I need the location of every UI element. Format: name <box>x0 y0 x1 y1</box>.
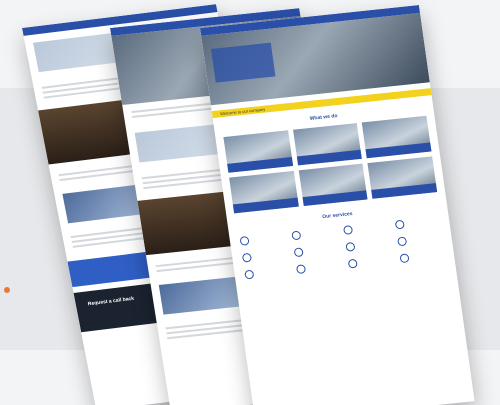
service-card[interactable] <box>292 123 363 166</box>
service-card[interactable] <box>223 130 293 173</box>
service-item[interactable] <box>293 244 339 258</box>
hero-overlay <box>211 42 276 83</box>
card-caption <box>365 142 432 159</box>
service-item[interactable] <box>347 255 393 269</box>
card-caption <box>232 197 299 214</box>
service-circle-icon <box>239 235 250 246</box>
service-circle-icon <box>244 269 255 280</box>
service-card[interactable] <box>298 163 368 207</box>
service-item[interactable] <box>239 232 284 246</box>
service-circle-icon <box>295 264 307 275</box>
service-item[interactable] <box>394 216 440 230</box>
mockup-scene: Request a call back Welcome to our compa… <box>0 0 500 405</box>
service-item[interactable] <box>342 221 388 235</box>
service-card[interactable] <box>367 156 438 199</box>
service-item[interactable] <box>345 238 390 252</box>
service-circle-icon <box>342 225 354 235</box>
card-caption <box>302 190 368 207</box>
card-caption <box>371 183 438 199</box>
service-circle-icon <box>397 236 408 247</box>
service-item[interactable] <box>295 261 341 275</box>
service-circle-icon <box>347 258 358 269</box>
service-circle-icon <box>293 247 304 258</box>
service-card[interactable] <box>362 115 432 159</box>
cta-text: Request a call back <box>87 295 135 308</box>
service-circle-icon <box>399 253 410 264</box>
service-circle-icon <box>241 252 253 263</box>
services-icon-grid <box>228 207 455 288</box>
card-caption <box>227 157 293 173</box>
service-card[interactable] <box>229 170 299 214</box>
service-item[interactable] <box>241 249 287 263</box>
card-grid <box>215 115 445 214</box>
service-item[interactable] <box>244 266 289 280</box>
card-caption <box>296 149 363 166</box>
service-circle-icon <box>291 230 302 241</box>
service-circle-icon <box>345 241 356 252</box>
service-item[interactable] <box>397 233 442 247</box>
service-item[interactable] <box>399 250 444 264</box>
service-item[interactable] <box>291 227 336 241</box>
service-circle-icon <box>394 219 405 230</box>
